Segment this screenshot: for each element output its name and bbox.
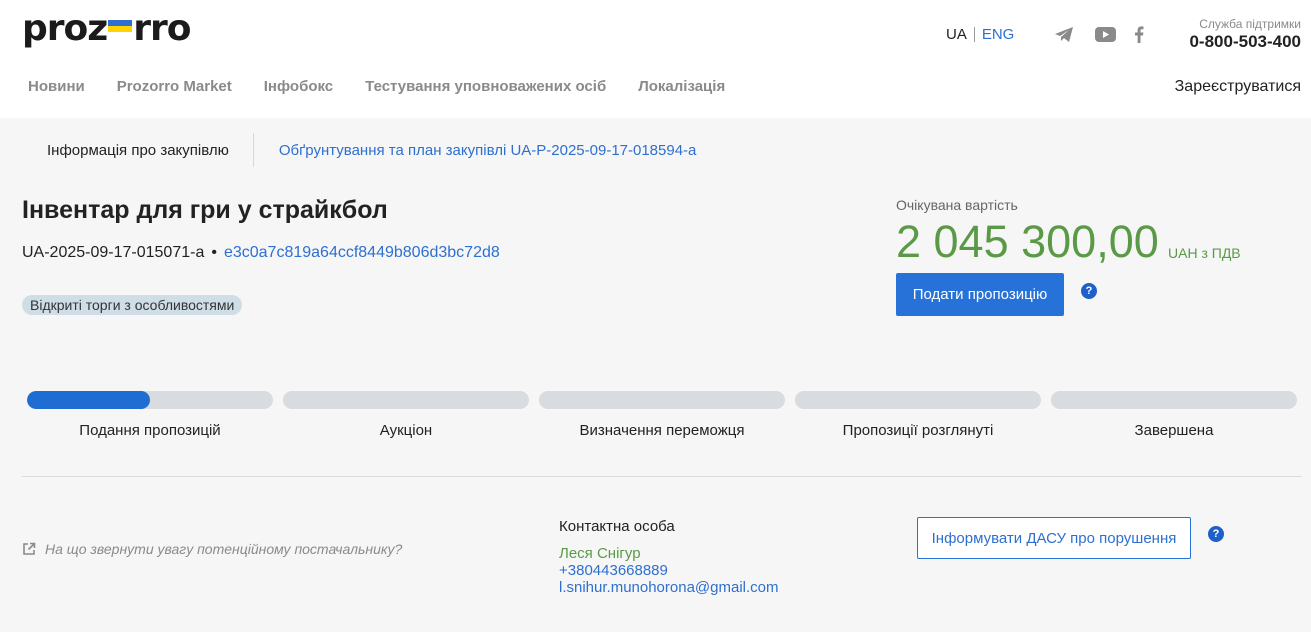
tab-info[interactable]: Інформація про закупівлю — [22, 142, 253, 159]
stage-progress-bar — [539, 391, 785, 409]
nav-item-infobox[interactable]: Інфобокс — [264, 78, 333, 95]
facebook-icon[interactable] — [1128, 24, 1150, 44]
support-block: Служба підтримки 0-800-503-400 — [1189, 17, 1301, 52]
logo-text-right: rro — [133, 8, 191, 49]
contact-block: Контактна особа Леся Снігур +38044366888… — [559, 518, 779, 596]
tender-hash-link[interactable]: e3c0a7c819a64ccf8449b806d3bc72d8 — [224, 244, 500, 262]
register-link[interactable]: Зареєструватися — [1175, 78, 1301, 96]
submit-proposal-button[interactable]: Подати пропозицію — [896, 273, 1064, 316]
support-phone[interactable]: 0-800-503-400 — [1189, 32, 1301, 52]
stage-progress-bar — [283, 391, 529, 409]
stage-label-auction: Аукціон — [379, 422, 433, 439]
support-label: Служба підтримки — [1199, 17, 1301, 31]
expected-value-currency: UAH з ПДВ — [1168, 245, 1241, 261]
supplier-hint-text: На що звернути увагу потенційному постач… — [45, 541, 403, 557]
stage-label-reviewed: Пропозиції розглянуті — [842, 422, 994, 439]
stage-progress-fill — [27, 391, 150, 409]
tender-ids: UA-2025-09-17-015071-a • e3c0a7c819a64cc… — [22, 244, 500, 262]
stage-label-submission: Подання пропозицій — [79, 422, 221, 439]
stage-label-completed: Завершена — [1134, 422, 1214, 439]
nav-item-news[interactable]: Новини — [28, 78, 85, 95]
tender-tabs: Інформація про закупівлю Обґрунтування т… — [22, 133, 696, 167]
section-divider — [22, 476, 1302, 477]
contact-heading: Контактна особа — [559, 518, 675, 535]
expected-value-label: Очікувана вартість — [896, 197, 1018, 213]
lang-separator — [973, 27, 975, 42]
telegram-icon[interactable] — [1053, 24, 1075, 44]
stage-progress-bar — [1051, 391, 1297, 409]
nav-item-testing[interactable]: Тестування уповноважених осіб — [365, 78, 606, 95]
expected-value-amount: 2 045 300,00 — [896, 216, 1159, 267]
contact-email[interactable]: l.snihur.munohorona@gmail.com — [559, 579, 779, 596]
external-link-icon — [22, 542, 36, 556]
stage-progress-bar — [795, 391, 1041, 409]
inform-dasu-button[interactable]: Інформувати ДАСУ про порушення — [917, 517, 1191, 559]
site-header: proz rro UA ENG Служба підтримки 0-800-5… — [0, 0, 1311, 118]
language-switcher: UA ENG — [946, 26, 1014, 43]
ukraine-flag-icon — [108, 20, 133, 32]
nav-item-market[interactable]: Prozorro Market — [117, 78, 232, 95]
logo-text-left: proz — [22, 8, 108, 49]
lang-ua[interactable]: UA — [946, 26, 967, 43]
stage-progress-bar — [27, 391, 273, 409]
contact-phone[interactable]: +380443668889 — [559, 562, 779, 579]
youtube-icon[interactable] — [1094, 24, 1116, 44]
help-icon[interactable]: ? — [1208, 526, 1224, 542]
lang-eng[interactable]: ENG — [982, 26, 1015, 43]
stage-label-winner: Визначення переможця — [579, 422, 745, 439]
main-nav: Новини Prozorro Market Інфобокс Тестуван… — [28, 78, 757, 95]
procedure-type-badge: Відкриті торги з особливостями — [22, 295, 243, 315]
tender-title: Інвентар для гри у страйкбол — [22, 196, 388, 224]
nav-item-localization[interactable]: Локалізація — [638, 78, 725, 95]
tender-id: UA-2025-09-17-015071-a — [22, 244, 205, 261]
contact-name: Леся Снігур — [559, 545, 641, 562]
id-separator: • — [211, 244, 217, 261]
tab-plan[interactable]: Обґрунтування та план закупівлі UA-P-202… — [254, 142, 697, 159]
supplier-hint-link[interactable]: На що звернути увагу потенційному постач… — [22, 541, 402, 557]
help-icon[interactable]: ? — [1081, 283, 1097, 299]
prozorro-logo[interactable]: proz rro — [22, 8, 191, 50]
